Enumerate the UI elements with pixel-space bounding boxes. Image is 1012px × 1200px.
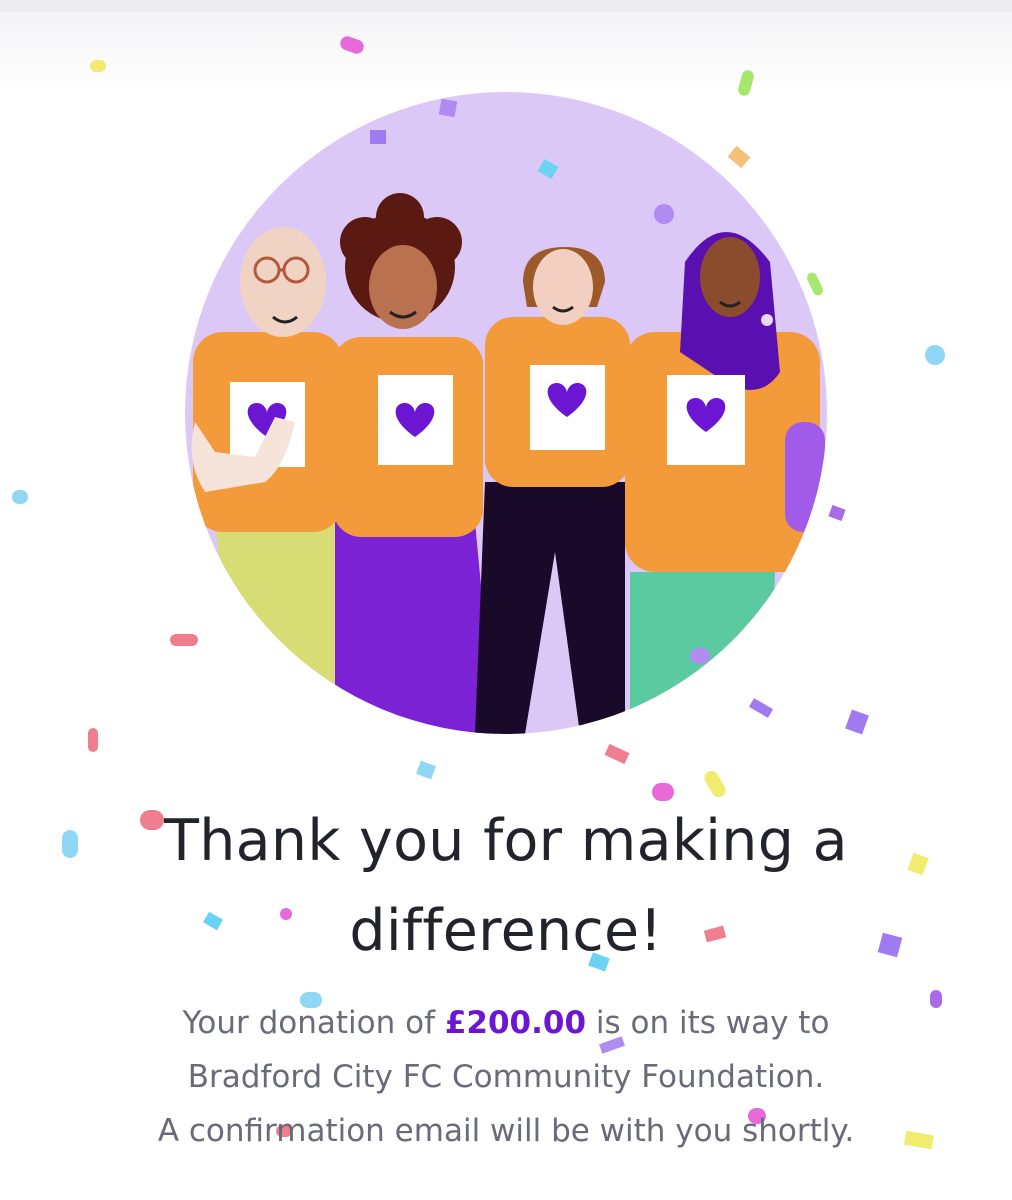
confirmation-email-note: A confirmation email will be with you sh… [157, 1113, 855, 1149]
thank-you-heading: Thank you for making a difference! [164, 808, 848, 964]
donation-message-prefix: Your donation of [182, 1005, 445, 1041]
donation-message: Your donation of £200.00 is on its way t… [40, 996, 972, 1158]
donation-message-suffix: is on its way to [586, 1005, 830, 1041]
donation-confirmation-page: Thank you for making a difference! Your … [0, 0, 1012, 1200]
top-bar [0, 0, 1012, 12]
donation-amount: £200.00 [444, 1005, 587, 1041]
recipient-name: Bradford City FC Community Foundation. [187, 1059, 825, 1095]
people-celebrating-illustration [185, 92, 827, 734]
top-shadow [0, 12, 1012, 92]
donation-message-line-1: Your donation of £200.00 is on its way t… [40, 996, 972, 1050]
